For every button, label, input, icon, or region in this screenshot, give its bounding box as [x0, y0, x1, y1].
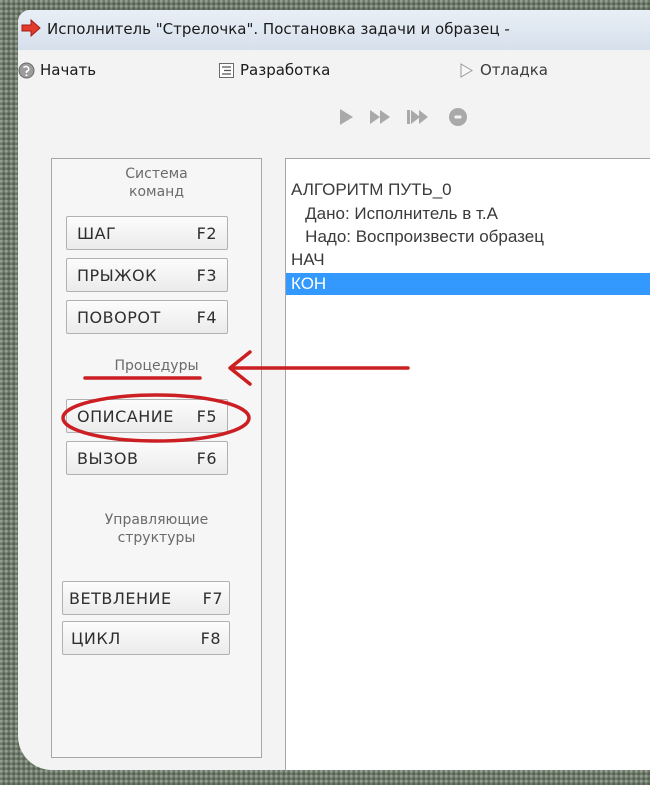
code-line-selected[interactable]: КОН: [286, 273, 650, 295]
title-bar: Исполнитель "Стрелочка". Постановка зада…: [18, 10, 650, 50]
command-panel: Система команд ШАГ F2 ПРЫЖОК F3 ПОВОРОТ …: [51, 158, 262, 758]
turn-button-label: ПОВОРОТ: [77, 307, 161, 327]
step-button-key: F2: [196, 223, 217, 243]
control-structures-label: Управляющие структуры: [104, 512, 209, 546]
fast-forward-icon[interactable]: [367, 104, 393, 130]
window-title: Исполнитель "Стрелочка". Постановка зада…: [47, 20, 510, 38]
description-button[interactable]: ОПИСАНИЕ F5: [66, 399, 228, 433]
menu-start[interactable]: Начать: [18, 58, 96, 82]
menu-start-label: Начать: [40, 61, 97, 79]
code-line[interactable]: НАЧ: [286, 249, 650, 271]
debug-play-icon: [460, 62, 473, 78]
loop-button-label: ЦИКЛ: [71, 628, 121, 648]
step-button-label: ШАГ: [77, 223, 117, 243]
document-list-icon: [219, 62, 234, 78]
branch-button-key: F7: [202, 588, 223, 608]
step-button[interactable]: ШАГ F2: [66, 216, 228, 250]
app-window: Исполнитель "Стрелочка". Постановка зада…: [18, 10, 650, 770]
branch-button-label: ВЕТВЛЕНИЕ: [69, 588, 172, 608]
call-button-key: F6: [196, 448, 217, 468]
jump-button-key: F3: [196, 265, 217, 285]
code-line[interactable]: Надо: Воспроизвести образец: [286, 226, 650, 248]
menu-develop-label: Разработка: [240, 61, 331, 79]
call-button[interactable]: ВЫЗОВ F6: [66, 441, 228, 475]
jump-button-label: ПРЫЖОК: [77, 265, 157, 285]
turn-button-key: F4: [196, 307, 217, 327]
stop-icon[interactable]: [445, 104, 471, 130]
menu-debug[interactable]: Отладка: [458, 58, 548, 82]
call-button-label: ВЫЗОВ: [77, 448, 139, 468]
menu-debug-label: Отладка: [480, 61, 548, 79]
jump-button[interactable]: ПРЫЖОК F3: [66, 258, 228, 292]
loop-button[interactable]: ЦИКЛ F8: [62, 621, 230, 655]
turn-button[interactable]: ПОВОРОТ F4: [66, 300, 228, 334]
code-line[interactable]: АЛГОРИТМ ПУТЬ_0: [286, 179, 650, 201]
start-icon: [18, 62, 35, 78]
menu-bar: Начать Разработка Отладка: [18, 58, 650, 84]
arrow-app-icon: [21, 19, 41, 37]
code-editor[interactable]: АЛГОРИТМ ПУТЬ_0 Дано: Исполнитель в т.А …: [285, 158, 650, 770]
description-button-label: ОПИСАНИЕ: [77, 406, 174, 426]
step-forward-icon[interactable]: [405, 104, 431, 130]
loop-button-key: F8: [200, 628, 221, 648]
procedures-label: Процедуры: [114, 358, 199, 374]
menu-develop[interactable]: Разработка: [218, 58, 330, 82]
code-line[interactable]: Дано: Исполнитель в т.А: [286, 203, 650, 225]
play-icon[interactable]: [333, 104, 359, 130]
system-commands-label: Система команд: [125, 166, 188, 200]
description-button-key: F5: [196, 406, 217, 426]
branch-button[interactable]: ВЕТВЛЕНИЕ F7: [62, 581, 230, 615]
